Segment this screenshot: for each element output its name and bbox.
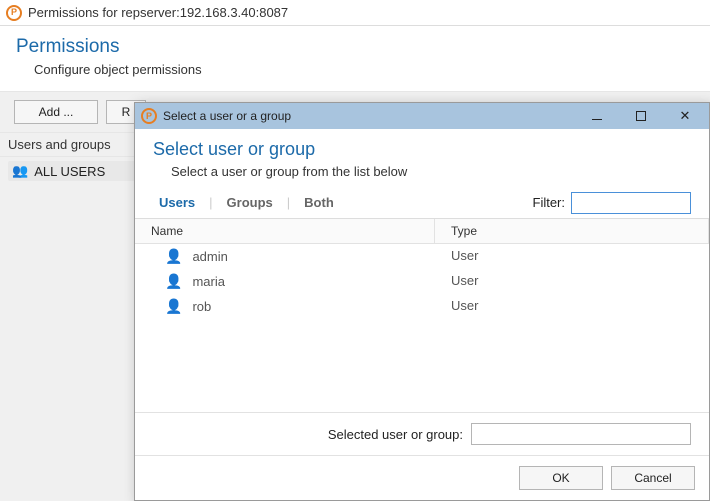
table-row[interactable]: 👤 rob User	[135, 294, 709, 319]
row-name: maria	[192, 274, 225, 289]
row-type: User	[435, 294, 709, 319]
user-icon: 👤	[165, 273, 182, 290]
close-icon: ✕	[680, 108, 691, 124]
dialog-head-subtitle: Select a user or group from the list bel…	[171, 164, 691, 179]
row-type: User	[435, 269, 709, 294]
row-type: User	[435, 244, 709, 269]
outer-titlebar: P Permissions for repserver:192.168.3.40…	[0, 0, 710, 26]
page-subtitle: Configure object permissions	[34, 62, 694, 77]
tab-separator: |	[209, 195, 212, 210]
grid-body: 👤 admin User 👤 maria User 👤 rob User	[135, 244, 709, 412]
close-button[interactable]: ✕	[663, 105, 707, 127]
maximize-button[interactable]	[619, 105, 663, 127]
tab-separator: |	[287, 195, 290, 210]
tab-users[interactable]: Users	[153, 191, 201, 214]
dialog-titlebar[interactable]: P Select a user or a group ✕	[135, 103, 709, 129]
dialog-title: Select a user or a group	[163, 109, 575, 123]
tabs-row: Users | Groups | Both Filter:	[135, 185, 709, 219]
minimize-icon	[592, 119, 602, 120]
app-icon: P	[141, 108, 157, 124]
maximize-icon	[636, 111, 646, 121]
add-button[interactable]: Add ...	[14, 100, 98, 124]
cancel-button[interactable]: Cancel	[611, 466, 695, 490]
filter-input[interactable]	[571, 192, 691, 214]
ok-button[interactable]: OK	[519, 466, 603, 490]
tab-both[interactable]: Both	[298, 191, 340, 214]
selected-row: Selected user or group:	[135, 412, 709, 455]
row-name: rob	[192, 299, 211, 314]
tab-groups[interactable]: Groups	[221, 191, 279, 214]
tree-item-label: ALL USERS	[34, 164, 105, 179]
selected-label: Selected user or group:	[328, 427, 463, 442]
outer-window-title: Permissions for repserver:192.168.3.40:8…	[28, 5, 288, 20]
table-row[interactable]: 👤 admin User	[135, 244, 709, 269]
filter-label: Filter:	[533, 195, 566, 210]
minimize-button[interactable]	[575, 105, 619, 127]
col-header-type[interactable]: Type	[435, 219, 709, 243]
user-icon: 👤	[165, 248, 182, 265]
dialog-header: Select user or group Select a user or gr…	[135, 129, 709, 185]
app-icon: P	[6, 5, 22, 21]
filter-wrap: Filter:	[533, 192, 692, 214]
users-icon: 👥	[12, 163, 28, 179]
table-row[interactable]: 👤 maria User	[135, 269, 709, 294]
page-title: Permissions	[16, 36, 694, 58]
selected-input[interactable]	[471, 423, 691, 445]
dialog-head-title: Select user or group	[153, 139, 691, 160]
row-name: admin	[192, 249, 227, 264]
dialog-buttons: OK Cancel	[135, 455, 709, 500]
grid-header: Name Type	[135, 219, 709, 244]
select-user-dialog: P Select a user or a group ✕ Select user…	[134, 102, 710, 501]
user-icon: 👤	[165, 298, 182, 315]
col-header-name[interactable]: Name	[135, 219, 435, 243]
outer-header: Permissions Configure object permissions	[0, 26, 710, 92]
